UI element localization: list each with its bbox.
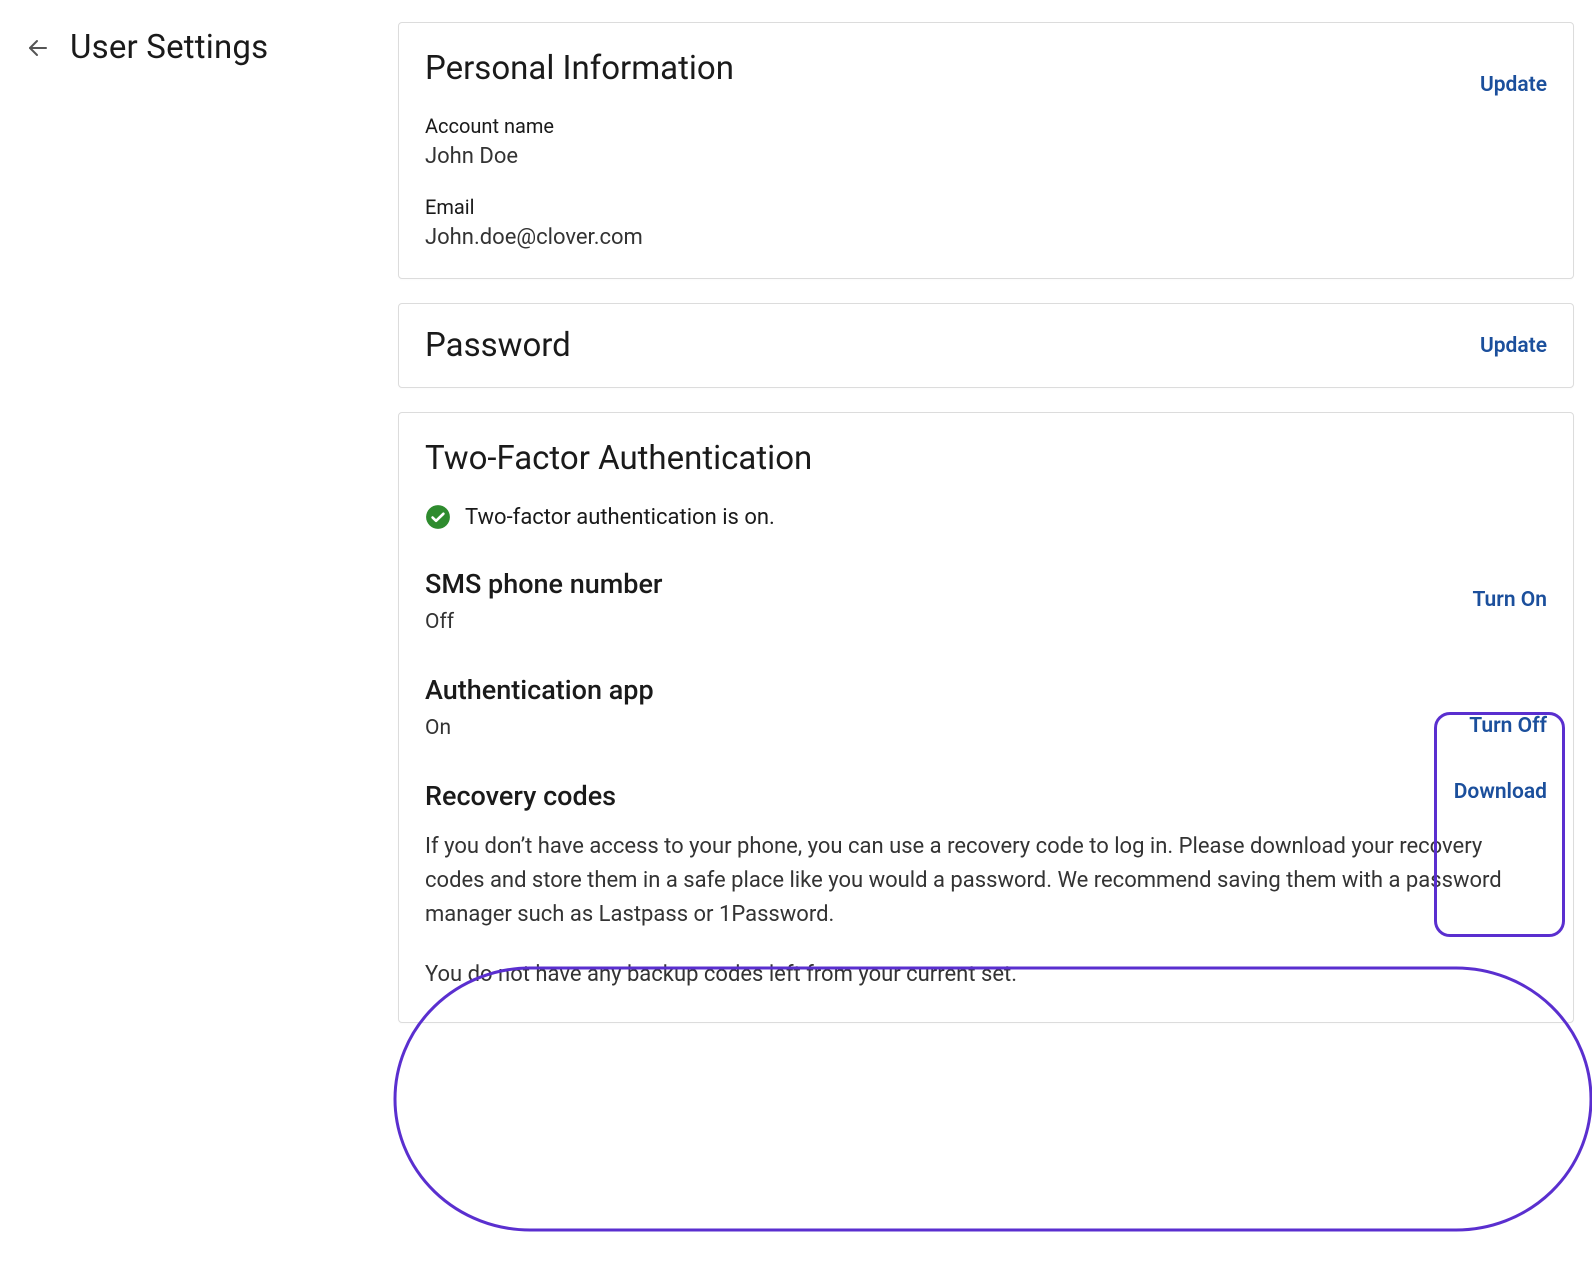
password-heading: Password [425,326,571,365]
email-label: Email [425,195,1547,219]
back-icon[interactable] [24,34,52,62]
two-factor-card: Two-Factor Authentication Two-factor aut… [398,412,1574,1023]
auth-app-section: Authentication app On Turn Off [425,674,1547,740]
page-title: User Settings [70,28,268,67]
account-name-label: Account name [425,114,1547,138]
sms-title: SMS phone number [425,568,1547,600]
personal-update-button[interactable]: Update [1480,73,1547,97]
settings-content: Personal Information Account name John D… [398,22,1574,1047]
password-update-button[interactable]: Update [1480,334,1547,358]
recovery-codes-section: Recovery codes Download If you don’t hav… [425,780,1547,992]
two-factor-status-row: Two-factor authentication is on. [425,504,1547,530]
auth-app-value: On [425,716,1547,740]
two-factor-heading: Two-Factor Authentication [425,439,1547,478]
personal-info-heading: Personal Information [425,49,1547,88]
recovery-desc-1: If you don’t have access to your phone, … [425,830,1547,932]
auth-app-turn-off-button[interactable]: Turn Off [1469,714,1547,738]
auth-app-title: Authentication app [425,674,1547,706]
password-card: Password Update [398,303,1574,388]
check-circle-icon [425,504,451,530]
sms-turn-on-button[interactable]: Turn On [1472,588,1547,612]
email-value: John.doe@clover.com [425,225,1547,250]
sms-section: SMS phone number Off Turn On [425,568,1547,634]
recovery-desc-2: You do not have any backup codes left fr… [425,958,1547,992]
recovery-title: Recovery codes [425,780,1547,812]
account-name-value: John Doe [425,144,1547,169]
two-factor-status-text: Two-factor authentication is on. [465,505,775,530]
sms-value: Off [425,610,1547,634]
personal-info-card: Personal Information Account name John D… [398,22,1574,279]
recovery-download-button[interactable]: Download [1454,780,1547,804]
